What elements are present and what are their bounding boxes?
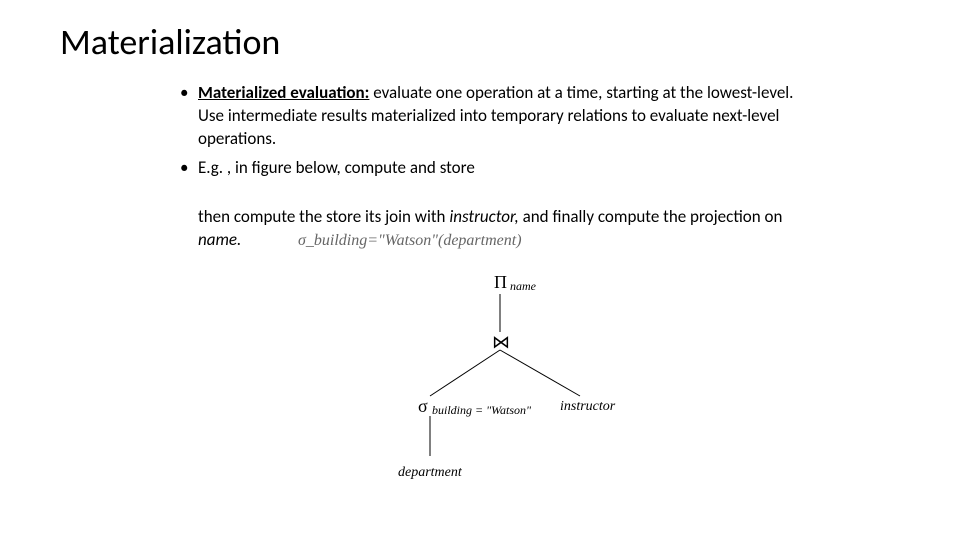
tree-sigma-op: σ (418, 396, 428, 416)
content-area: Materialized evaluation: evaluate one op… (60, 82, 900, 496)
cont-a: then compute the store its join with (198, 206, 449, 227)
bullet-2: E.g. , in figure below, compute and stor… (180, 157, 820, 180)
slide-title: Materialization (60, 20, 900, 64)
cont-b: instructor, (449, 206, 518, 227)
tree-left-leaf: department (398, 465, 463, 480)
bullet-1: Materialized evaluation: evaluate one op… (180, 82, 820, 151)
tree-right-leaf: instructor (560, 399, 616, 414)
expression-tree: Π name ⋈ σ building = "Watson" instructo… (180, 266, 820, 496)
tree-sigma-sub: building = "Watson" (432, 403, 532, 417)
cont-d: name. (198, 229, 241, 250)
slide: Materialization Materialized evaluation:… (0, 0, 960, 516)
tree-proj-op: Π (494, 272, 507, 292)
tree-join-op: ⋈ (492, 332, 510, 352)
inline-formula: σ_building="Watson"(department) (280, 232, 522, 250)
tree-proj-sub: name (510, 279, 537, 293)
tree-svg: Π name ⋈ σ building = "Watson" instructo… (320, 266, 680, 496)
bullet-1-lead: Materialized evaluation: (198, 82, 369, 103)
cont-c: and finally compute the projection on (519, 206, 783, 227)
